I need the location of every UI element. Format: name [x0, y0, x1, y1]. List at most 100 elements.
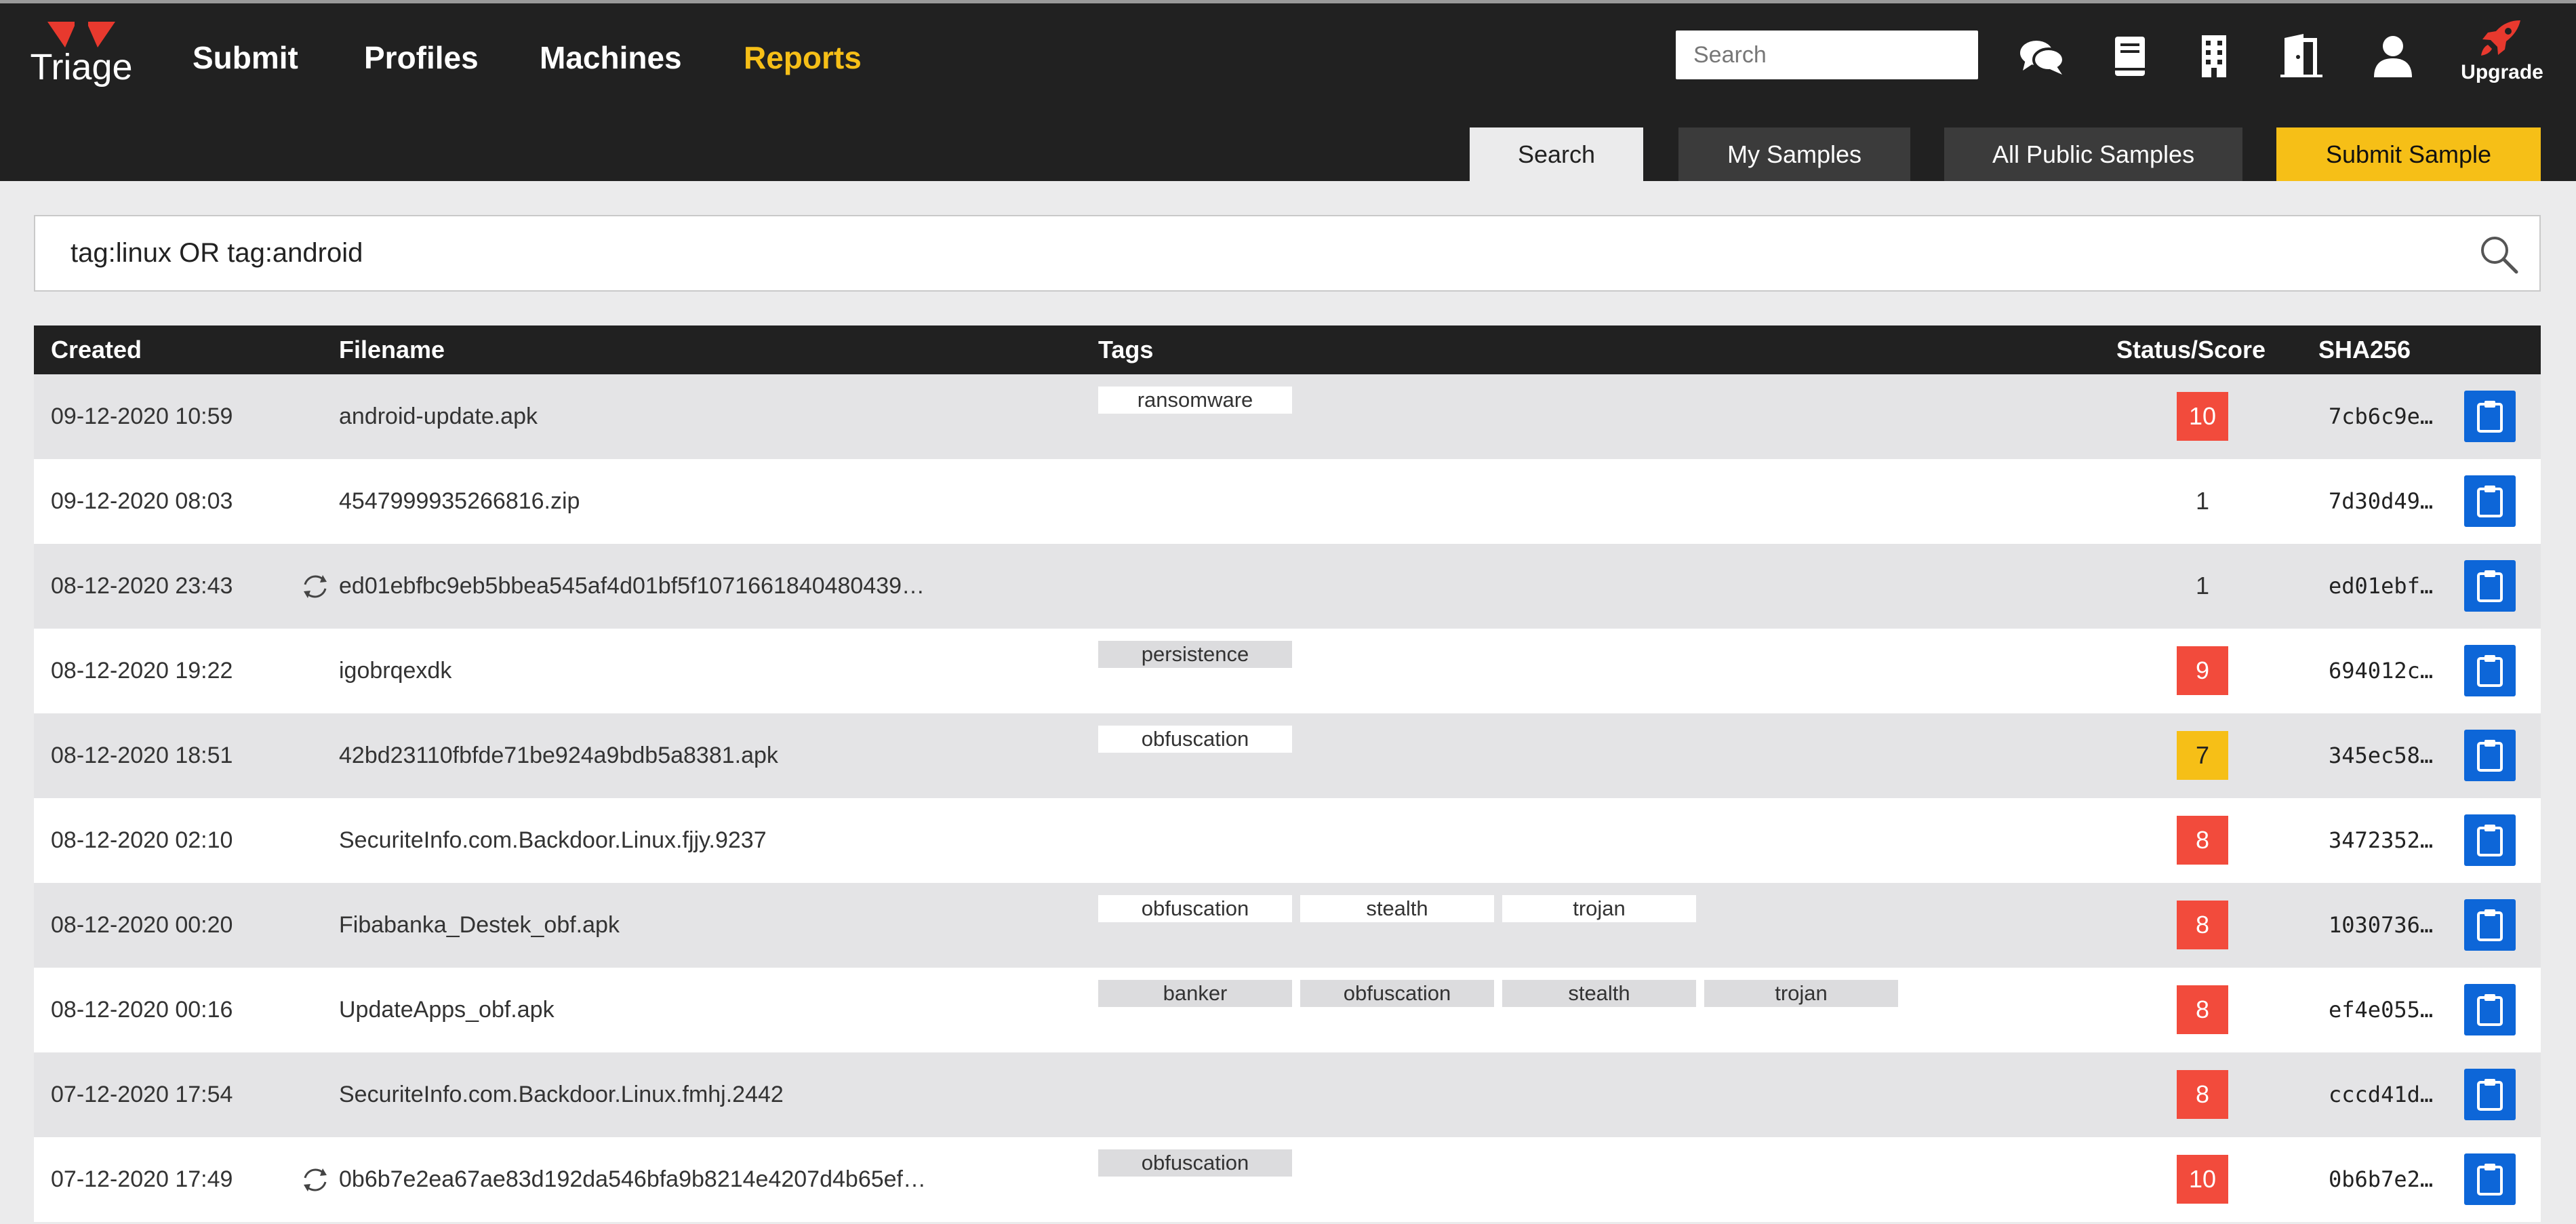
copy-sha-button[interactable]: [2464, 1153, 2516, 1205]
filename-cell[interactable]: SecuriteInfo.com.Backdoor.Linux.fjjy.923…: [339, 798, 767, 883]
user-icon[interactable]: [2369, 33, 2417, 80]
sha256-cell: 0b6b7e2…: [2329, 1166, 2434, 1192]
tab-my-samples[interactable]: My Samples: [1678, 127, 1910, 181]
copy-sha-button[interactable]: [2464, 1069, 2516, 1120]
clipboard-icon: [2477, 825, 2503, 856]
clipboard-icon: [2477, 1164, 2503, 1196]
reanalyze-icon: [300, 571, 331, 602]
top-border: [0, 0, 2576, 3]
tag-badge[interactable]: trojan: [1502, 895, 1696, 922]
top-search-input[interactable]: [1676, 31, 1978, 79]
triage-logo[interactable]: Triage: [27, 22, 136, 90]
copy-sha-button[interactable]: [2464, 391, 2516, 442]
filename-cell[interactable]: UpdateApps_obf.apk: [339, 968, 555, 1052]
col-created[interactable]: Created: [51, 325, 142, 374]
score-badge: 9: [2177, 646, 2228, 695]
filename-cell[interactable]: igobrqexdk: [339, 629, 451, 713]
submit-sample-button[interactable]: Submit Sample: [2276, 127, 2541, 181]
sha256-cell: 7cb6c9e…: [2329, 403, 2434, 429]
filename-cell[interactable]: ed01ebfbc9eb5bbea545af4d01bf5f1071661840…: [339, 544, 925, 629]
filename-cell[interactable]: Fibabanka_Destek_obf.apk: [339, 883, 620, 968]
query-box: [34, 215, 2541, 292]
table-row[interactable]: 07-12-2020 17:49 0b6b7e2ea67ae83d192da546…: [34, 1137, 2541, 1222]
tag-badge[interactable]: obfuscation: [1300, 980, 1494, 1007]
sha256-cell: 7d30d49…: [2329, 488, 2434, 514]
score-badge: 8: [2177, 901, 2228, 949]
tag-badge[interactable]: stealth: [1300, 895, 1494, 922]
created-cell: 07-12-2020 17:54: [51, 1082, 233, 1107]
score-badge: 8: [2177, 816, 2228, 865]
table-row[interactable]: 08-12-2020 19:22 igobrqexdk persistence 9 69…: [34, 629, 2541, 713]
copy-sha-button[interactable]: [2464, 984, 2516, 1035]
search-icon[interactable]: [2478, 234, 2519, 275]
created-cell: 08-12-2020 02:10: [51, 827, 233, 853]
tag-badge[interactable]: stealth: [1502, 980, 1696, 1007]
upgrade-label[interactable]: Upgrade: [2458, 61, 2546, 84]
copy-sha-button[interactable]: [2464, 645, 2516, 696]
copy-sha-button[interactable]: [2464, 560, 2516, 612]
table-header: Created Filename Tags Status/Score SHA25…: [34, 325, 2541, 374]
clipboard-icon: [2477, 909, 2503, 941]
created-cell: 08-12-2020 00:20: [51, 912, 233, 938]
filename-cell[interactable]: SecuriteInfo.com.Backdoor.Linux.fmhj.244…: [339, 1052, 784, 1137]
filename-cell[interactable]: android-update.apk: [339, 374, 538, 459]
filename-cell[interactable]: 0b6b7e2ea67ae83d192da546bfa9b8214e4207d4…: [339, 1137, 926, 1222]
tag-badge[interactable]: obfuscation: [1098, 895, 1292, 922]
table-row[interactable]: 08-12-2020 18:51 42bd23110fbfde71be924a9b…: [34, 713, 2541, 798]
copy-sha-button[interactable]: [2464, 730, 2516, 781]
tab-all-public-samples[interactable]: All Public Samples: [1944, 127, 2242, 181]
table-row[interactable]: 09-12-2020 10:59 android-update.apk ransom…: [34, 374, 2541, 459]
tag-badge[interactable]: obfuscation: [1098, 726, 1292, 753]
table-row[interactable]: 08-12-2020 00:16 UpdateApps_obf.apk banker…: [34, 968, 2541, 1052]
reports-table: Created Filename Tags Status/Score SHA25…: [34, 325, 2541, 1222]
copy-sha-button[interactable]: [2464, 899, 2516, 951]
created-cell: 07-12-2020 17:49: [51, 1166, 233, 1192]
tag-badge[interactable]: banker: [1098, 980, 1292, 1007]
table-body: 09-12-2020 10:59 android-update.apk ransom…: [34, 374, 2541, 1222]
building-icon[interactable]: [2190, 33, 2238, 80]
reanalyze-icon: [300, 1164, 331, 1196]
created-cell: 08-12-2020 19:22: [51, 658, 233, 684]
created-cell: 08-12-2020 00:16: [51, 997, 233, 1023]
nav-reports[interactable]: Reports: [744, 34, 862, 81]
score-badge: 8: [2177, 985, 2228, 1034]
score-badge: 7: [2177, 731, 2228, 780]
sha256-cell: ed01ebf…: [2329, 573, 2434, 599]
door-exit-icon[interactable]: [2278, 33, 2327, 80]
logo-text: Triage: [30, 47, 133, 87]
filename-cell[interactable]: 4547999935266816.zip: [339, 459, 580, 544]
table-row[interactable]: 08-12-2020 02:10 SecuriteInfo.com.Backdoo…: [34, 798, 2541, 883]
nav-profiles[interactable]: Profiles: [364, 34, 479, 81]
tag-badge[interactable]: obfuscation: [1098, 1149, 1292, 1177]
table-row[interactable]: 08-12-2020 23:43 ed01ebfbc9eb5bbea545af4d…: [34, 544, 2541, 629]
chat-icon[interactable]: [2017, 33, 2066, 80]
nav-machines[interactable]: Machines: [540, 34, 682, 81]
table-row[interactable]: 08-12-2020 00:20 Fibabanka_Destek_obf.apk…: [34, 883, 2541, 968]
col-sha256[interactable]: SHA256: [2318, 325, 2411, 374]
col-status-score[interactable]: Status/Score: [2116, 325, 2266, 374]
clipboard-icon: [2477, 1079, 2503, 1111]
tag-badge[interactable]: persistence: [1098, 641, 1292, 668]
clipboard-icon: [2477, 570, 2503, 602]
sha256-cell: 694012c…: [2329, 658, 2434, 684]
tag-badge[interactable]: trojan: [1704, 980, 1898, 1007]
rocket-icon[interactable]: [2478, 19, 2523, 58]
table-row[interactable]: 09-12-2020 08:03 4547999935266816.zip 1 7d3…: [34, 459, 2541, 544]
clipboard-icon: [2477, 401, 2503, 433]
created-cell: 09-12-2020 08:03: [51, 488, 233, 514]
sha256-cell: 345ec58…: [2329, 743, 2434, 768]
nav-submit[interactable]: Submit: [193, 34, 298, 81]
filename-cell[interactable]: 42bd23110fbfde71be924a9bdb5a8381.apk: [339, 713, 778, 798]
query-input[interactable]: [35, 216, 2449, 290]
created-cell: 08-12-2020 18:51: [51, 743, 233, 768]
copy-sha-button[interactable]: [2464, 475, 2516, 527]
tab-search[interactable]: Search: [1470, 127, 1643, 181]
table-row[interactable]: 07-12-2020 17:54 SecuriteInfo.com.Backdoo…: [34, 1052, 2541, 1137]
tag-badge[interactable]: ransomware: [1098, 387, 1292, 414]
book-icon[interactable]: [2106, 33, 2154, 80]
col-tags[interactable]: Tags: [1098, 325, 1153, 374]
copy-sha-button[interactable]: [2464, 814, 2516, 866]
score-badge: 10: [2177, 1155, 2228, 1204]
sha256-cell: ef4e055…: [2329, 997, 2434, 1023]
col-filename[interactable]: Filename: [339, 325, 445, 374]
